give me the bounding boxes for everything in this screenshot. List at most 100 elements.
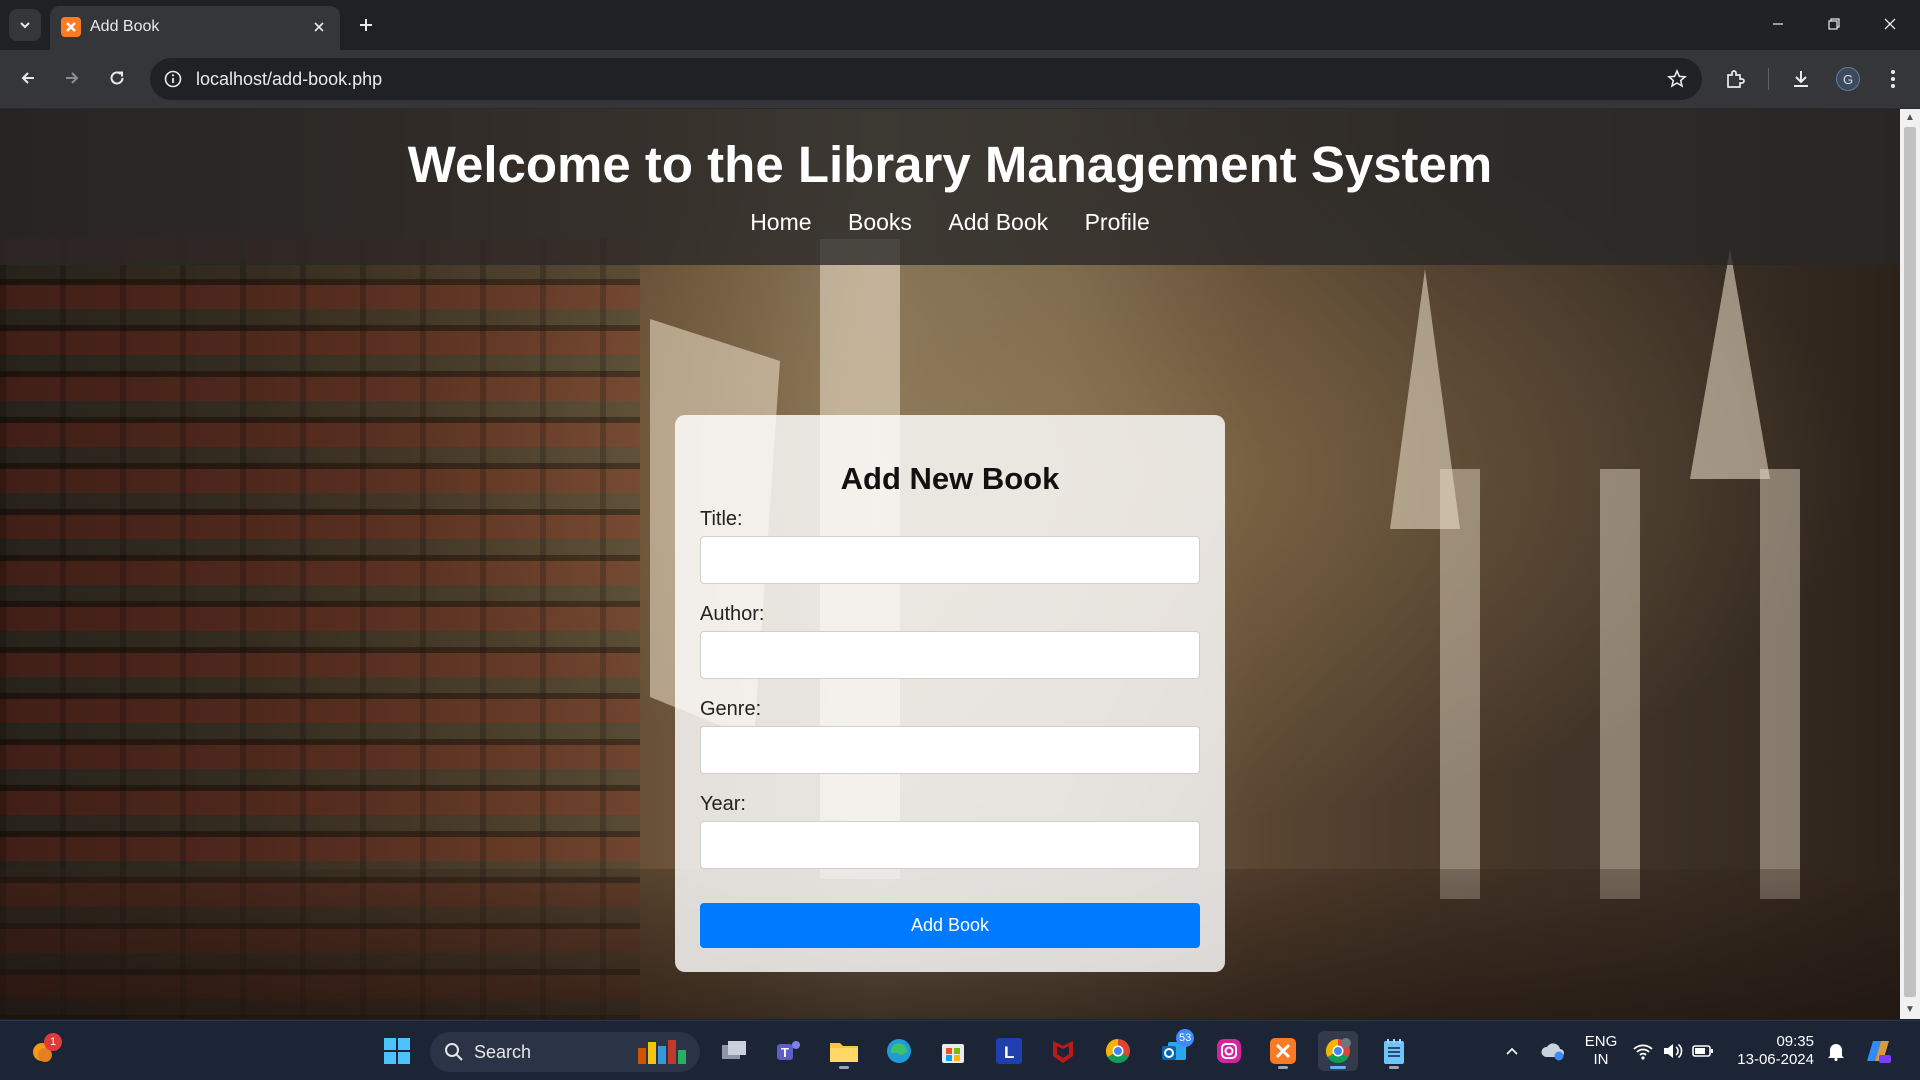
avatar: G	[1836, 67, 1860, 91]
tray-quick-settings[interactable]	[1628, 1031, 1718, 1071]
restore-icon	[1828, 18, 1840, 30]
taskbar-notepad[interactable]	[1374, 1031, 1414, 1071]
svg-text:T: T	[781, 1045, 789, 1060]
clock-date: 13-06-2024	[1737, 1051, 1814, 1068]
taskbar-instagram[interactable]	[1209, 1031, 1249, 1071]
taskbar-store[interactable]	[933, 1031, 973, 1071]
tray-onedrive[interactable]	[1533, 1031, 1573, 1071]
bell-icon	[1828, 1044, 1844, 1061]
wifi-icon	[1633, 1044, 1653, 1060]
close-icon	[1884, 18, 1896, 30]
task-view-icon	[722, 1041, 746, 1059]
url-text[interactable]: localhost/add-book.php	[196, 69, 382, 90]
language-indicator[interactable]: ENG IN	[1576, 1033, 1626, 1069]
search-label: Search	[474, 1042, 532, 1062]
nav-link-books[interactable]: Books	[848, 209, 912, 235]
chrome-icon	[1105, 1039, 1130, 1064]
start-button[interactable]	[377, 1031, 417, 1071]
close-window-button[interactable]	[1862, 0, 1918, 48]
toolbar-divider	[1768, 68, 1769, 90]
onedrive-cloud-icon	[1541, 1043, 1564, 1061]
taskbar-chrome[interactable]	[1098, 1031, 1138, 1071]
clock-time: 09:35	[1776, 1033, 1814, 1050]
new-tab-button[interactable]	[350, 9, 382, 41]
weather-widget[interactable]: 1	[22, 1031, 62, 1071]
search-icon	[445, 1043, 463, 1061]
back-button[interactable]	[12, 62, 44, 94]
genre-label: Genre:	[700, 698, 762, 720]
downloads-button[interactable]	[1784, 62, 1818, 96]
more-vertical-icon	[1891, 70, 1895, 88]
mail-badge: 53	[1176, 1029, 1195, 1047]
taskbar-teams[interactable]: T	[768, 1031, 808, 1071]
year-label: Year:	[700, 793, 746, 815]
reload-button[interactable]	[101, 62, 133, 94]
tab-search-button[interactable]	[9, 9, 41, 41]
page-scrollbar[interactable]: ▲ ▼	[1900, 109, 1920, 1019]
site-info-icon[interactable]	[160, 66, 186, 92]
genre-input[interactable]	[700, 726, 1200, 774]
language-code: ENG	[1584, 1033, 1618, 1050]
title-label: Title:	[700, 508, 743, 530]
nav-link-home[interactable]: Home	[750, 209, 811, 235]
add-book-form: Add New Book Title: Author: Genre: Year:…	[675, 415, 1225, 972]
battery-icon	[1692, 1045, 1713, 1057]
tab-add-book[interactable]: Add Book	[50, 6, 340, 50]
browser-menu-button[interactable]	[1876, 62, 1910, 96]
l-app-icon: L	[996, 1038, 1022, 1064]
taskbar-task-view[interactable]	[714, 1031, 754, 1071]
copilot-button[interactable]	[1858, 1031, 1898, 1071]
profile-button[interactable]: G	[1831, 62, 1865, 96]
nav-link-add-book[interactable]: Add Book	[948, 209, 1048, 235]
chevron-up-icon	[1506, 1047, 1518, 1055]
notifications-button[interactable]	[1816, 1031, 1856, 1071]
taskbar-edge[interactable]	[879, 1031, 919, 1071]
minimize-button[interactable]	[1750, 0, 1806, 48]
running-indicator	[1389, 1066, 1399, 1069]
taskbar: 1 Search T L 53 ENG IN 09:35 13-06-2024	[0, 1020, 1920, 1080]
forward-button[interactable]	[56, 62, 88, 94]
scroll-down-icon[interactable]: ▼	[1904, 1004, 1916, 1016]
taskbar-outlook[interactable]: 53	[1154, 1029, 1195, 1071]
title-input[interactable]	[700, 536, 1200, 584]
site-header: Welcome to the Library Management System…	[0, 109, 1900, 265]
nav-link-profile[interactable]: Profile	[1085, 209, 1150, 235]
bookmark-star-icon[interactable]	[1664, 66, 1690, 92]
puzzle-icon	[1727, 70, 1745, 88]
author-label: Author:	[700, 603, 765, 625]
extensions-button[interactable]	[1718, 62, 1752, 96]
tab-title: Add Book	[90, 18, 160, 35]
author-input[interactable]	[700, 631, 1200, 679]
volume-icon	[1664, 1043, 1683, 1059]
weather-badge: 1	[44, 1033, 62, 1051]
scroll-up-icon[interactable]: ▲	[1904, 112, 1916, 124]
taskbar-file-explorer[interactable]	[824, 1031, 864, 1071]
add-book-button[interactable]: Add Book	[700, 903, 1200, 948]
browser-toolbar: localhost/add-book.php G	[0, 50, 1920, 109]
address-bar[interactable]: localhost/add-book.php	[150, 58, 1702, 100]
page-title: Welcome to the Library Management System	[407, 136, 1493, 193]
mcafee-icon	[1053, 1041, 1073, 1063]
store-icon	[942, 1044, 964, 1063]
clock[interactable]: 09:35 13-06-2024	[1722, 1033, 1814, 1069]
browser-tabstrip: Add Book	[0, 0, 1920, 50]
taskbar-search-box[interactable]: Search	[430, 1032, 700, 1072]
year-input[interactable]	[700, 821, 1200, 869]
notepad-icon	[1384, 1039, 1404, 1064]
tray-overflow-button[interactable]	[1492, 1031, 1532, 1071]
search-highlight-icon	[638, 1040, 686, 1064]
arrow-right-icon	[66, 72, 79, 84]
taskbar-xampp[interactable]	[1263, 1031, 1303, 1071]
tab-close-icon[interactable]	[308, 16, 330, 38]
restore-button[interactable]	[1806, 0, 1862, 48]
scroll-thumb[interactable]	[1904, 127, 1916, 997]
taskbar-mcafee[interactable]	[1043, 1031, 1083, 1071]
instagram-icon	[1217, 1039, 1241, 1063]
teams-icon: T	[777, 1041, 800, 1060]
active-indicator	[1330, 1066, 1346, 1069]
background-column	[1440, 469, 1480, 899]
taskbar-chrome-profile[interactable]	[1318, 1031, 1358, 1071]
chrome-profile-icon	[1325, 1038, 1351, 1064]
form-heading: Add New Book	[840, 461, 1060, 496]
taskbar-l-app[interactable]: L	[989, 1031, 1029, 1071]
